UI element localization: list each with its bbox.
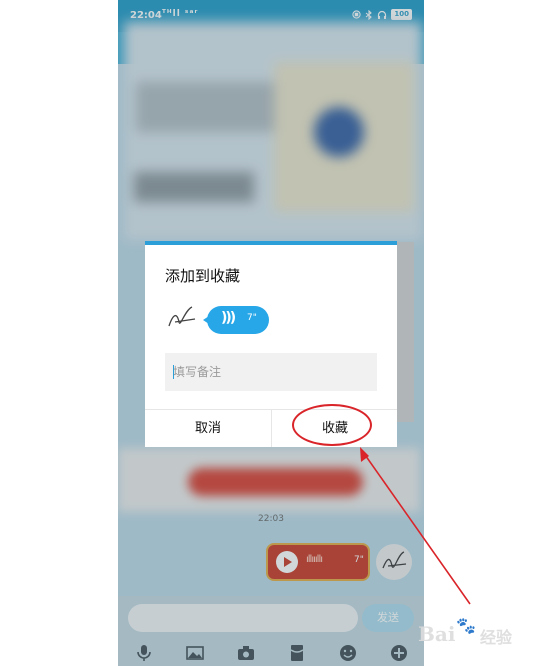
baidu-jingyan-watermark: Bai 🐾 经验 <box>418 612 538 652</box>
watermark-brand: Bai <box>418 622 456 646</box>
cancel-button[interactable]: 取消 <box>145 410 271 447</box>
paw-icon: 🐾 <box>456 616 476 635</box>
dialog-title: 添加到收藏 <box>165 267 241 285</box>
voice-preview-bubble: ))) 7" <box>203 306 269 334</box>
watermark-suffix: 经验 <box>480 628 513 647</box>
highlight-ellipse <box>292 404 372 446</box>
signature-avatar-icon <box>168 306 196 327</box>
voice-wave-icon: ))) <box>221 310 236 326</box>
text-cursor <box>173 365 174 379</box>
voice-preview-duration: 7" <box>247 313 257 323</box>
remark-input[interactable] <box>165 353 377 391</box>
